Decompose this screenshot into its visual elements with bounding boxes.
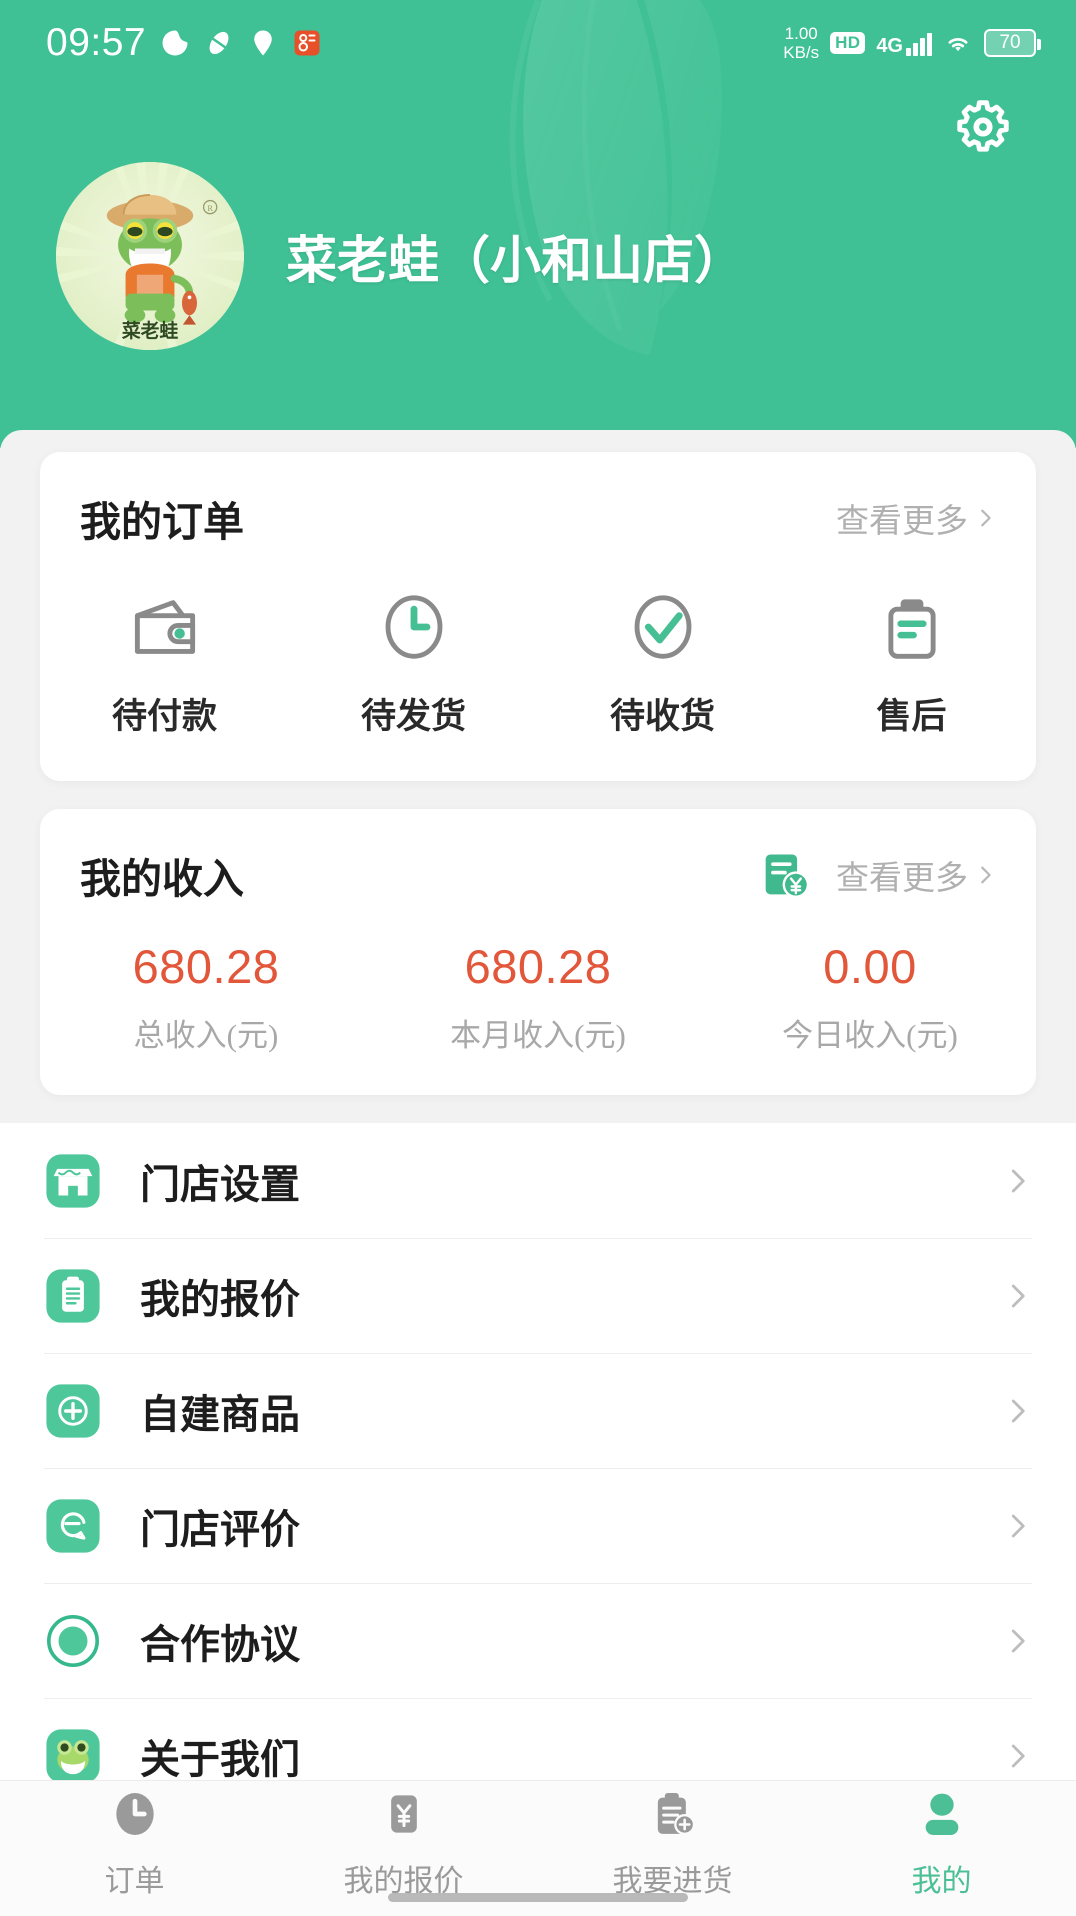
orders-title: 我的订单: [80, 499, 244, 545]
orders-view-more[interactable]: 查看更多: [836, 494, 996, 542]
battery-icon: 70: [984, 29, 1041, 57]
tab-label: 订单: [104, 1864, 165, 1898]
location-icon: [254, 30, 272, 56]
income-label: 本月收入(元): [450, 1018, 626, 1053]
income-stat-total: 680.28 总收入(元): [40, 939, 372, 1055]
network-type-label: 4G: [876, 35, 903, 57]
signal-bars-icon: 4G: [876, 30, 932, 56]
content-scroll-area: 我的订单 查看更多 待付款 待发货 待收货 售后 我的收入 查看更多 680.2…: [0, 430, 1076, 1916]
agreement-radio-icon: [47, 1614, 99, 1667]
tab-mine[interactable]: 我的: [807, 1781, 1076, 1916]
orders-view-more-label: 查看更多: [836, 504, 968, 540]
svg-text:R: R: [207, 203, 213, 213]
income-view-more[interactable]: 查看更多: [836, 851, 996, 899]
person-icon: [925, 1793, 958, 1835]
menu-item-cooperation-agreement[interactable]: 合作协议: [0, 1583, 1076, 1698]
chevron-right-icon: [1011, 1169, 1025, 1192]
order-status-pending-receipt[interactable]: 待收货: [538, 588, 787, 739]
chevron-right-icon: [1011, 1744, 1025, 1767]
order-status-label: 售后: [876, 697, 947, 736]
order-status-pending-payment[interactable]: 待付款: [40, 588, 289, 739]
income-view-more-label: 查看更多: [836, 861, 968, 897]
order-status-pending-shipment[interactable]: 待发货: [289, 588, 538, 739]
chevron-right-icon: [1011, 1514, 1025, 1537]
menu-item-my-quotes[interactable]: 我的报价: [0, 1238, 1076, 1353]
profile-header: 09:57 1.00 KB/s HD 4G 70 R 菜老蛙 菜老蛙（小和山店）: [0, 0, 1076, 448]
store-name: 菜老蛙（小和山店）: [286, 234, 746, 290]
menu-item-label: 门店评价: [140, 1506, 300, 1552]
income-card-header: 我的收入 查看更多: [40, 809, 1036, 905]
store-logo: R 菜老蛙: [56, 162, 244, 350]
income-stat-month: 680.28 本月收入(元): [372, 939, 704, 1055]
network-speed-value: 1.00: [784, 24, 818, 43]
menu-item-self-built-products[interactable]: 自建商品: [0, 1353, 1076, 1468]
income-label: 今日收入(元): [782, 1018, 958, 1053]
app-root: 09:57 1.00 KB/s HD 4G 70 R 菜老蛙 菜老蛙（小和山店）…: [0, 0, 1076, 1916]
income-value: 0.00: [823, 940, 917, 993]
income-card: 我的收入 查看更多 680.28 总收入(元) 680.28 本月收入(元) 0…: [40, 809, 1036, 1095]
income-value: 680.28: [132, 940, 280, 993]
svg-text:菜老蛙: 菜老蛙: [121, 319, 179, 342]
wifi-icon: [948, 38, 968, 52]
orders-card: 我的订单 查看更多 待付款 待发货 待收货 售后: [40, 452, 1036, 781]
status-time: 09:57: [46, 21, 147, 64]
battery-level: 70: [999, 32, 1021, 53]
menu-item-label: 关于我们: [140, 1736, 300, 1782]
clipboard-plus-icon: [657, 1792, 695, 1835]
check-circle-icon: [634, 595, 691, 659]
menu-item-store-reviews[interactable]: 门店评价: [0, 1468, 1076, 1583]
app-badge-icon: [294, 30, 320, 56]
chevron-right-icon: [1011, 1629, 1025, 1652]
wallet-icon: [134, 600, 195, 654]
receipt-yuan-icon: [765, 854, 810, 898]
hd-icon: HD: [830, 32, 866, 54]
settings-menu-list: 门店设置 我的报价 自建商品 门店评价 合作协议 关于我们: [0, 1123, 1076, 1813]
menu-item-label: 自建商品: [140, 1391, 300, 1437]
bottom-tab-bar: 订单 我的报价 我要进货 我的: [0, 1780, 1076, 1916]
order-status-label: 待发货: [360, 697, 466, 736]
capsule-icon: [209, 31, 229, 55]
chevron-right-icon: [1011, 1284, 1025, 1307]
weather-icon: [162, 30, 188, 56]
order-status-list: 待付款 待发货 待收货 售后: [40, 548, 1036, 781]
menu-item-label: 合作协议: [140, 1621, 300, 1667]
clock-icon: [385, 595, 442, 659]
status-bar-right: 1.00 KB/s HD 4G 70: [783, 24, 1076, 62]
menu-item-label: 门店设置: [140, 1161, 300, 1207]
orders-card-header: 我的订单 查看更多: [40, 452, 1036, 548]
tab-orders[interactable]: 订单: [0, 1781, 269, 1916]
clock-filled-icon: [115, 1792, 154, 1835]
quote-list-icon: [46, 1268, 100, 1323]
yuan-card-icon: [390, 1794, 417, 1833]
chevron-right-icon: [981, 509, 991, 527]
menu-item-store-settings[interactable]: 门店设置: [0, 1123, 1076, 1238]
status-bar: 09:57 1.00 KB/s HD 4G 70: [0, 0, 1076, 86]
menu-item-label: 我的报价: [140, 1276, 300, 1322]
order-status-after-sales[interactable]: 售后: [787, 588, 1036, 739]
tab-label: 我的: [911, 1864, 972, 1898]
chevron-right-icon: [981, 866, 991, 884]
income-value: 680.28: [464, 940, 612, 993]
review-icon: [46, 1498, 100, 1553]
home-indicator: [388, 1893, 688, 1902]
storefront-icon: [46, 1153, 100, 1208]
network-speed-unit: KB/s: [783, 43, 820, 62]
income-title: 我的收入: [80, 856, 244, 902]
income-label: 总收入(元): [133, 1018, 279, 1053]
order-status-label: 待收货: [609, 697, 715, 736]
status-bar-left: 09:57: [0, 21, 322, 65]
income-stats: 680.28 总收入(元) 680.28 本月收入(元) 0.00 今日收入(元…: [40, 905, 1036, 1095]
store-identity: R 菜老蛙 菜老蛙（小和山店）: [56, 162, 745, 350]
income-stat-today: 0.00 今日收入(元): [704, 939, 1036, 1055]
chevron-right-icon: [1011, 1399, 1025, 1422]
network-speed: 1.00 KB/s: [783, 24, 819, 62]
frog-icon: [46, 1728, 100, 1783]
plus-circle-icon: [46, 1383, 100, 1438]
order-status-label: 待付款: [111, 697, 217, 736]
clipboard-icon: [887, 599, 936, 659]
gear-icon[interactable]: [952, 96, 1014, 158]
